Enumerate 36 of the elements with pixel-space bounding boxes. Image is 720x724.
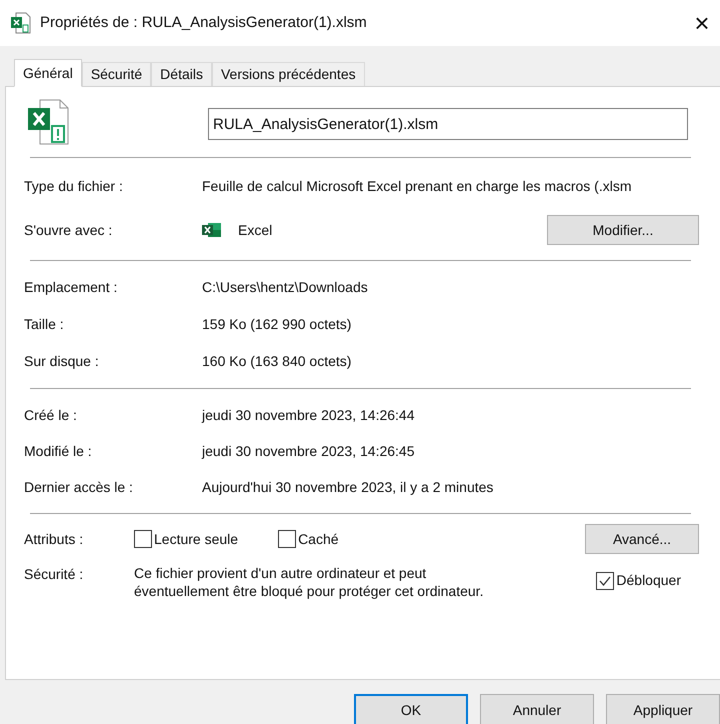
field-label: Emplacement : [24,278,118,297]
close-button[interactable]: × [690,10,714,36]
window-title: Propriétés de : RULA_AnalysisGenerator(1).xlsm [40,12,367,33]
tab[interactable]: Détails [151,62,212,86]
field-value: Feuille de calcul Microsoft Excel prenant en charge les macros (.xlsm [202,176,632,196]
field-label: Sécurité : [24,565,84,584]
file-icon [10,12,32,34]
field-label: Dernier accès le : [24,478,134,496]
tab[interactable]: Sécurité [82,62,152,86]
field-label: Sur disque : [24,352,100,371]
dialog-button[interactable]: OK [354,694,468,724]
dialog-button[interactable]: Annuler [480,694,594,724]
tab[interactable]: Général [14,59,82,87]
field-label: Modifié le : [24,442,93,460]
security-message: Ce fichier provient d'un autre ordinateur et peut éventuellement être bloqué pour protéger cet ordinateur. [134,564,484,600]
change-button[interactable]: Modifier... [547,215,699,245]
field-value: Aujourd'hui 30 novembre 2023, il y a 2 minutes [202,478,494,497]
field-value: 159 Ko (162 990 octets) [202,315,352,334]
tab[interactable]: Versions précédentes [212,62,365,86]
field-value: jeudi 30 novembre 2023, 14:26:44 [202,406,414,425]
field-value: Excel [238,220,272,240]
excel-icon [202,222,222,238]
field-label: Taille : [24,315,65,334]
field-value: 160 Ko (163 840 octets) [202,352,352,371]
field-label: S'ouvre avec : [24,220,114,240]
dialog-button[interactable]: Appliquer [606,694,720,724]
file-name-field[interactable]: RULA_AnalysisGenerator(1).xlsm [208,108,688,140]
field-value: C:\Users\hentz\Downloads [202,278,368,297]
field-label: Type du fichier : [24,176,124,196]
advanced-button[interactable]: Avancé... [585,524,699,554]
field-label: Créé le : [24,406,78,424]
field-value: jeudi 30 novembre 2023, 14:26:45 [202,442,414,461]
field-label: Attributs : [24,530,84,548]
checkbox[interactable]: Caché [278,528,339,550]
checkbox[interactable]: Débloquer [596,570,681,591]
checkbox[interactable]: Lecture seule [134,528,238,550]
